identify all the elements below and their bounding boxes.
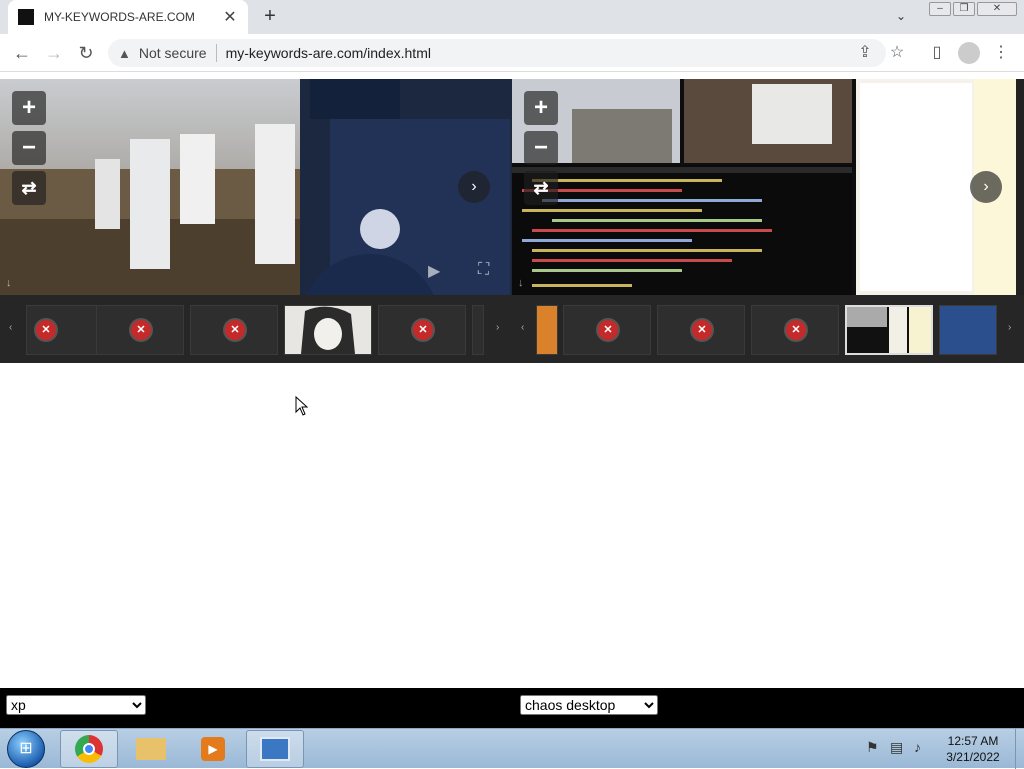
address-separator [215,44,217,62]
system-clock[interactable]: 12:57 AM 3/21/2022 [938,733,1008,765]
taskbar-media-player[interactable]: ▶ [184,730,242,768]
thumbnail-partial[interactable] [472,305,484,355]
zoom-out-button[interactable]: − [524,131,558,165]
taskbar-explorer[interactable] [122,730,180,768]
broken-image-icon: ✕ [598,320,618,340]
browser-toolbar: ← → ↻ ▲ Not secure my-keywords-are.com/i… [0,34,1024,72]
site-favicon-icon [18,9,34,25]
share-icon[interactable]: ⇪ [854,42,876,62]
windows-taskbar: ⊞ ▶ ⚑ ▤ ♪ 12:57 AM 3/21/2022 [0,728,1024,769]
broken-image-icon: ✕ [692,320,712,340]
rotate-button[interactable]: ⇄ [12,171,46,205]
thumbs-next-icon[interactable]: › [496,322,499,333]
rotate-button[interactable]: ⇄ [524,171,558,205]
broken-image-icon: ✕ [36,320,56,340]
taskbar-remote-desktop[interactable] [246,730,304,768]
broken-image-icon: ✕ [413,320,433,340]
bookmark-star-icon[interactable]: ☆ [886,42,908,62]
warning-icon[interactable]: ▲ [118,46,131,61]
thumbnail-broken[interactable]: ✕ [96,305,184,355]
volume-icon[interactable]: ♪ [914,739,921,755]
gallery-select-left[interactable]: xp [6,695,146,715]
desktop-screenshot [512,79,1024,295]
thumbnail-desktop[interactable] [939,305,997,355]
network-icon[interactable]: ▤ [890,739,903,756]
thumbnail-partial[interactable] [536,305,558,355]
thumbnail-broken[interactable]: ✕ [751,305,839,355]
menu-icon[interactable]: ⋮ [990,42,1012,62]
show-desktop-button[interactable] [1015,729,1024,769]
download-icon[interactable]: ↓ [6,277,12,289]
broken-image-icon: ✕ [225,320,245,340]
media-player-icon: ▶ [201,737,225,761]
chrome-icon [75,735,103,763]
reload-icon[interactable]: ↻ [74,42,98,64]
thumbnail-broken[interactable]: ✕ [563,305,651,355]
sketch-image [301,306,355,354]
zoom-out-button[interactable]: − [12,131,46,165]
tab-close-icon[interactable]: ✕ [222,7,238,27]
selector-bar: xp chaos desktop [0,688,1024,728]
thumbs-prev-icon[interactable]: ‹ [9,322,12,333]
back-icon[interactable]: ← [10,42,34,64]
profile-avatar[interactable] [958,42,980,64]
thumbs-prev-icon[interactable]: ‹ [521,322,524,333]
broken-image-icon: ✕ [786,320,806,340]
clock-date: 3/21/2022 [946,750,1000,764]
minimize-icon[interactable]: – [929,2,951,16]
download-icon[interactable]: ↓ [518,277,524,289]
url-text[interactable]: my-keywords-are.com/index.html [226,45,431,61]
tab-title: MY-KEYWORDS-ARE.COM [44,10,195,24]
forward-icon[interactable]: → [42,42,66,64]
left-image-viewer: + − ⇄ › ▶ ⛶ ↓ [0,79,512,295]
address-bar[interactable]: ▲ Not secure my-keywords-are.com/index.h… [108,39,886,67]
thumbnail-sketch[interactable] [284,305,372,355]
clock-time: 12:57 AM [947,734,999,748]
mouse-cursor-icon [295,396,309,416]
taskbar-chrome[interactable] [60,730,118,768]
broken-image-icon: ✕ [131,320,151,340]
thumbnail-broken[interactable]: ✕ [657,305,745,355]
zoom-in-button[interactable]: + [12,91,46,125]
side-panel-icon[interactable]: ▯ [926,42,948,62]
thumbnail-broken[interactable]: ✕ [190,305,278,355]
thumbnail-selected[interactable] [845,305,933,355]
tab-search-icon[interactable]: ⌄ [896,9,906,23]
gallery-select-right[interactable]: chaos desktop [520,695,658,715]
browser-tab-bar: MY-KEYWORDS-ARE.COM ✕ + ⌄ – ❐ ✕ [0,0,1024,34]
right-image-viewer: + − ⇄ › ↓ [512,79,1024,295]
security-label[interactable]: Not secure [139,45,207,61]
fullscreen-icon[interactable]: ⛶ [478,261,489,279]
restore-icon[interactable]: ❐ [953,2,975,16]
next-image-button[interactable]: › [458,171,490,203]
close-window-icon[interactable]: ✕ [977,2,1017,16]
start-button[interactable]: ⊞ [7,730,45,768]
thumbnail-broken[interactable]: ✕ [378,305,466,355]
action-center-icon[interactable]: ⚑ [866,739,879,756]
new-tab-button[interactable]: + [258,5,282,28]
browser-tab[interactable]: MY-KEYWORDS-ARE.COM ✕ [8,0,248,34]
desktop-thumb-image [847,307,931,353]
folder-icon [136,738,166,760]
zoom-in-button[interactable]: + [524,91,558,125]
play-icon[interactable]: ▶ [428,261,440,281]
thumbs-next-icon[interactable]: › [1008,322,1011,333]
remote-desktop-icon [260,737,290,761]
next-image-button[interactable]: › [970,171,1002,203]
